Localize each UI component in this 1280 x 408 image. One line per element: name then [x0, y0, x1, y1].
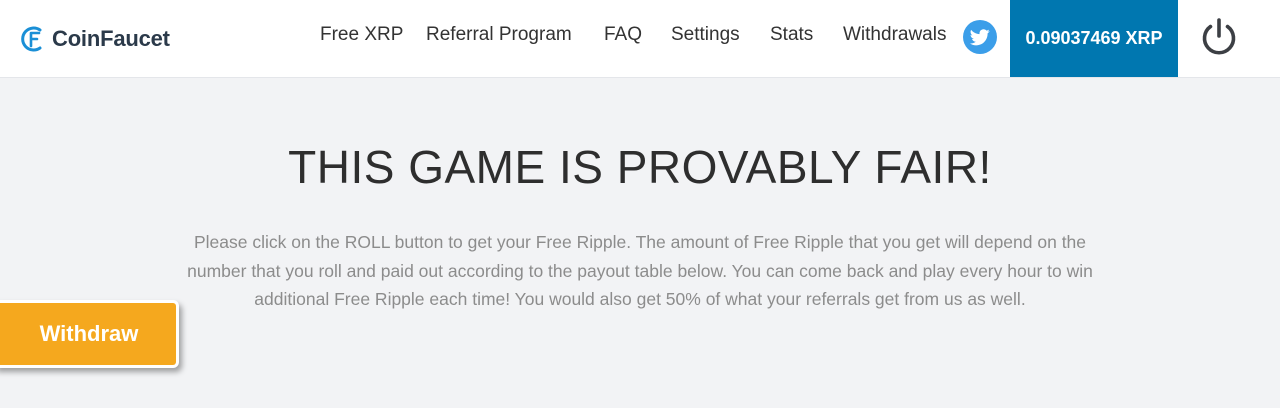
- balance-display: 0.09037469 XRP: [1010, 0, 1178, 77]
- twitter-button[interactable]: [963, 20, 997, 54]
- brand-name: CoinFaucet: [52, 26, 170, 51]
- nav-faq[interactable]: FAQ: [604, 24, 642, 46]
- top-navigation-bar: CoinFaucet Free XRP Referral Program FAQ…: [0, 0, 1280, 78]
- brand-logo[interactable]: CoinFaucet: [20, 22, 170, 56]
- withdraw-button[interactable]: Withdraw: [0, 300, 179, 368]
- coinfaucet-logo-icon: [21, 26, 42, 52]
- power-icon[interactable]: [1198, 16, 1240, 58]
- nav-referral-program[interactable]: Referral Program: [426, 24, 572, 46]
- nav-stats[interactable]: Stats: [770, 24, 813, 46]
- nav-settings[interactable]: Settings: [671, 24, 740, 46]
- page-headline: THIS GAME IS PROVABLY FAIR!: [288, 141, 992, 193]
- game-description: Please click on the ROLL button to get y…: [187, 232, 1093, 310]
- nav-withdrawals[interactable]: Withdrawals: [843, 24, 946, 46]
- twitter-bird-icon: [970, 28, 990, 45]
- nav-free-xrp[interactable]: Free XRP: [320, 24, 403, 46]
